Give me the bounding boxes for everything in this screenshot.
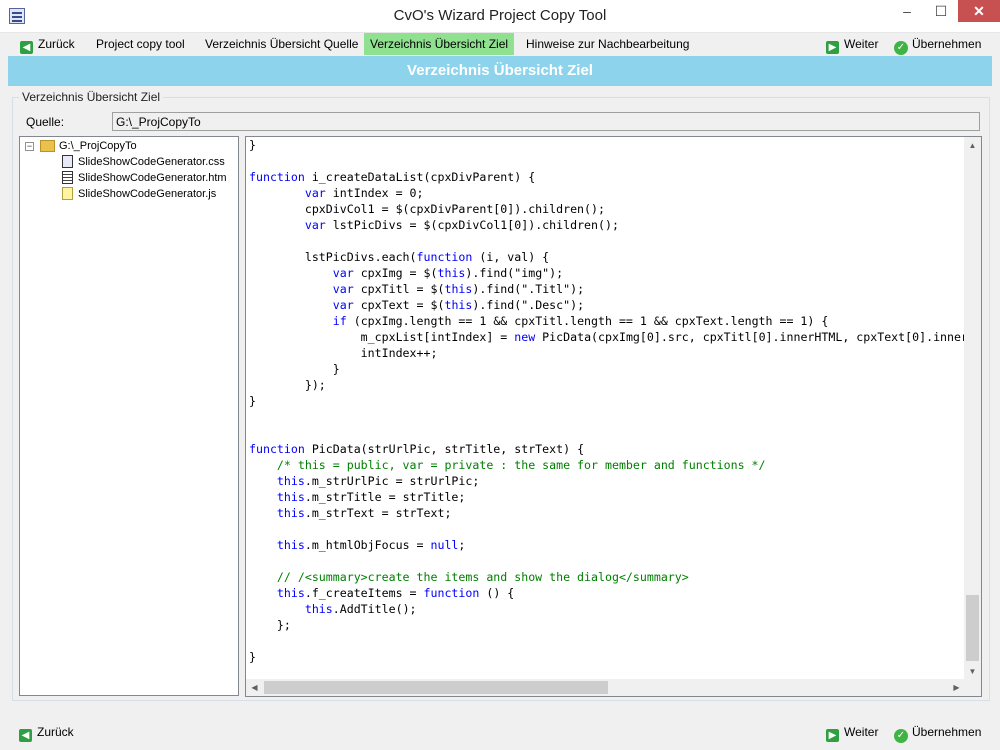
code-line: this.m_strText = strText; [276,506,452,520]
code-line: }); [249,378,326,392]
tree-root-label: G:\_ProjCopyTo [59,140,137,152]
code-line: function i_createDataList(cpxDivParent) … [249,170,536,184]
back-button[interactable]: ◀ Zurück [14,33,81,55]
arrow-right-icon: ▶ [826,41,839,54]
window-title: CvO's Wizard Project Copy Tool [393,7,607,24]
code-line: /* this = public, var = private : the sa… [249,458,766,472]
code-line: if (cpxImg.length == 1 && cpxTitl.length… [332,314,829,328]
scroll-corner [964,679,981,696]
js-file-icon [62,187,73,200]
next-button[interactable]: ▶ Weiter [820,33,884,55]
code-line: } [249,138,256,152]
code-line: lstPicDivs.each(function (i, val) { [249,250,550,264]
scroll-down-icon[interactable]: ▼ [964,663,981,680]
tree-root[interactable]: − G:\_ProjCopyTo [20,138,230,154]
step-project-copy-tool[interactable]: Project copy tool [90,33,191,55]
code-viewer[interactable]: }​function i_createDataList(cpxDivParent… [245,136,982,697]
code-line: } [249,650,256,664]
wizard-toolbar: ◀ Zurück Project copy tool Verzeichnis Üb… [8,33,992,55]
next-label: Weiter [844,725,879,739]
code-line: ​ [249,409,981,425]
apply-button[interactable]: ✓ Übernehmen [888,33,987,55]
collapse-icon[interactable]: − [25,142,34,151]
code-line: } [249,394,256,408]
horizontal-scrollbar[interactable]: ◀ ▶ [246,679,965,696]
code-line: this.AddTitle(); [304,602,417,616]
code-line: cpxDivCol1 = $(cpxDivParent[0]).children… [249,202,605,216]
vertical-scrollbar[interactable]: ▲ ▼ [964,137,981,680]
page-header: Verzeichnis Übersicht Ziel [8,56,992,86]
file-label: SlideShowCodeGenerator.htm [78,172,227,184]
footer-next-button[interactable]: ▶ Weiter [826,722,878,742]
code-line: ​ [249,425,981,441]
folder-icon [40,140,55,152]
horizontal-scroll-thumb[interactable] [264,681,608,694]
footer-apply-button[interactable]: ✓ Übernehmen [894,722,982,743]
next-label: Weiter [844,37,879,51]
scroll-right-icon[interactable]: ▶ [948,679,965,696]
back-label: Zurück [37,725,74,739]
check-icon: ✓ [894,41,908,55]
code-line: this.m_htmlObjFocus = null; [276,538,466,552]
code-line: var cpxText = $(this).find(".Desc"); [332,298,585,312]
arrow-right-icon: ▶ [826,729,839,742]
scroll-left-icon[interactable]: ◀ [246,679,263,696]
maximize-button[interactable]: ☐ [924,0,958,22]
directory-tree[interactable]: − G:\_ProjCopyTo SlideShowCodeGenerator.… [19,136,239,696]
html-file-icon [62,171,73,184]
source-label: Quelle: [26,115,65,129]
title-bar: CvO's Wizard Project Copy Tool – ☐ ✕ [0,0,1000,33]
group-legend: Verzeichnis Übersicht Ziel [19,90,164,104]
file-label: SlideShowCodeGenerator.css [78,156,225,168]
code-line: var lstPicDivs = $(cpxDivCol1[0]).childr… [304,218,619,232]
code-line: var intIndex = 0; [304,186,424,200]
code-line: this.m_strUrlPic = strUrlPic; [276,474,480,488]
step-source-overview[interactable]: Verzeichnis Übersicht Quelle [199,33,364,55]
code-line: this.f_createItems = function () { [276,586,515,600]
code-line: } [249,362,340,376]
code-line: function PicData(strUrlPic, strTitle, st… [249,442,585,456]
code-line: var cpxImg = $(this).find("img"); [332,266,564,280]
code-line: }; [249,618,291,632]
code-line: ​ [249,521,981,537]
code-line: ​ [249,633,981,649]
apply-label: Übernehmen [912,725,982,739]
vertical-scroll-thumb[interactable] [966,595,979,661]
code-line: this.m_strTitle = strTitle; [276,490,466,504]
arrow-left-icon: ◀ [20,41,33,54]
tree-file-css[interactable]: SlideShowCodeGenerator.css [62,154,225,170]
minimize-button[interactable]: – [890,0,924,22]
back-label: Zurück [38,37,75,51]
arrow-left-icon: ◀ [19,729,32,742]
code-line: // /<summary>create the items and show t… [249,570,689,584]
step-post-processing[interactable]: Hinweise zur Nachbearbeitung [520,33,695,55]
code-line: var cpxTitl = $(this).find(".Titl"); [332,282,585,296]
code-line: ​ [249,553,981,569]
code-line: ​ [249,233,981,249]
code-line: intIndex++; [249,346,438,360]
close-button[interactable]: ✕ [958,0,1000,22]
scroll-up-icon[interactable]: ▲ [964,137,981,154]
css-file-icon [62,155,73,168]
footer-back-button[interactable]: ◀ Zurück [19,722,74,742]
code-line: ​ [249,153,981,169]
tree-file-js[interactable]: SlideShowCodeGenerator.js [62,186,216,202]
code-text: }​function i_createDataList(cpxDivParent… [249,137,982,665]
file-label: SlideShowCodeGenerator.js [78,188,217,200]
apply-label: Übernehmen [912,37,982,51]
code-line: m_cpxList[intIndex] = new PicData(cpxImg… [249,330,982,344]
tree-file-htm[interactable]: SlideShowCodeGenerator.htm [62,170,227,186]
step-target-overview[interactable]: Verzeichnis Übersicht Ziel [364,33,515,55]
check-icon: ✓ [894,729,908,743]
source-path-field[interactable]: G:\_ProjCopyTo [112,112,980,131]
